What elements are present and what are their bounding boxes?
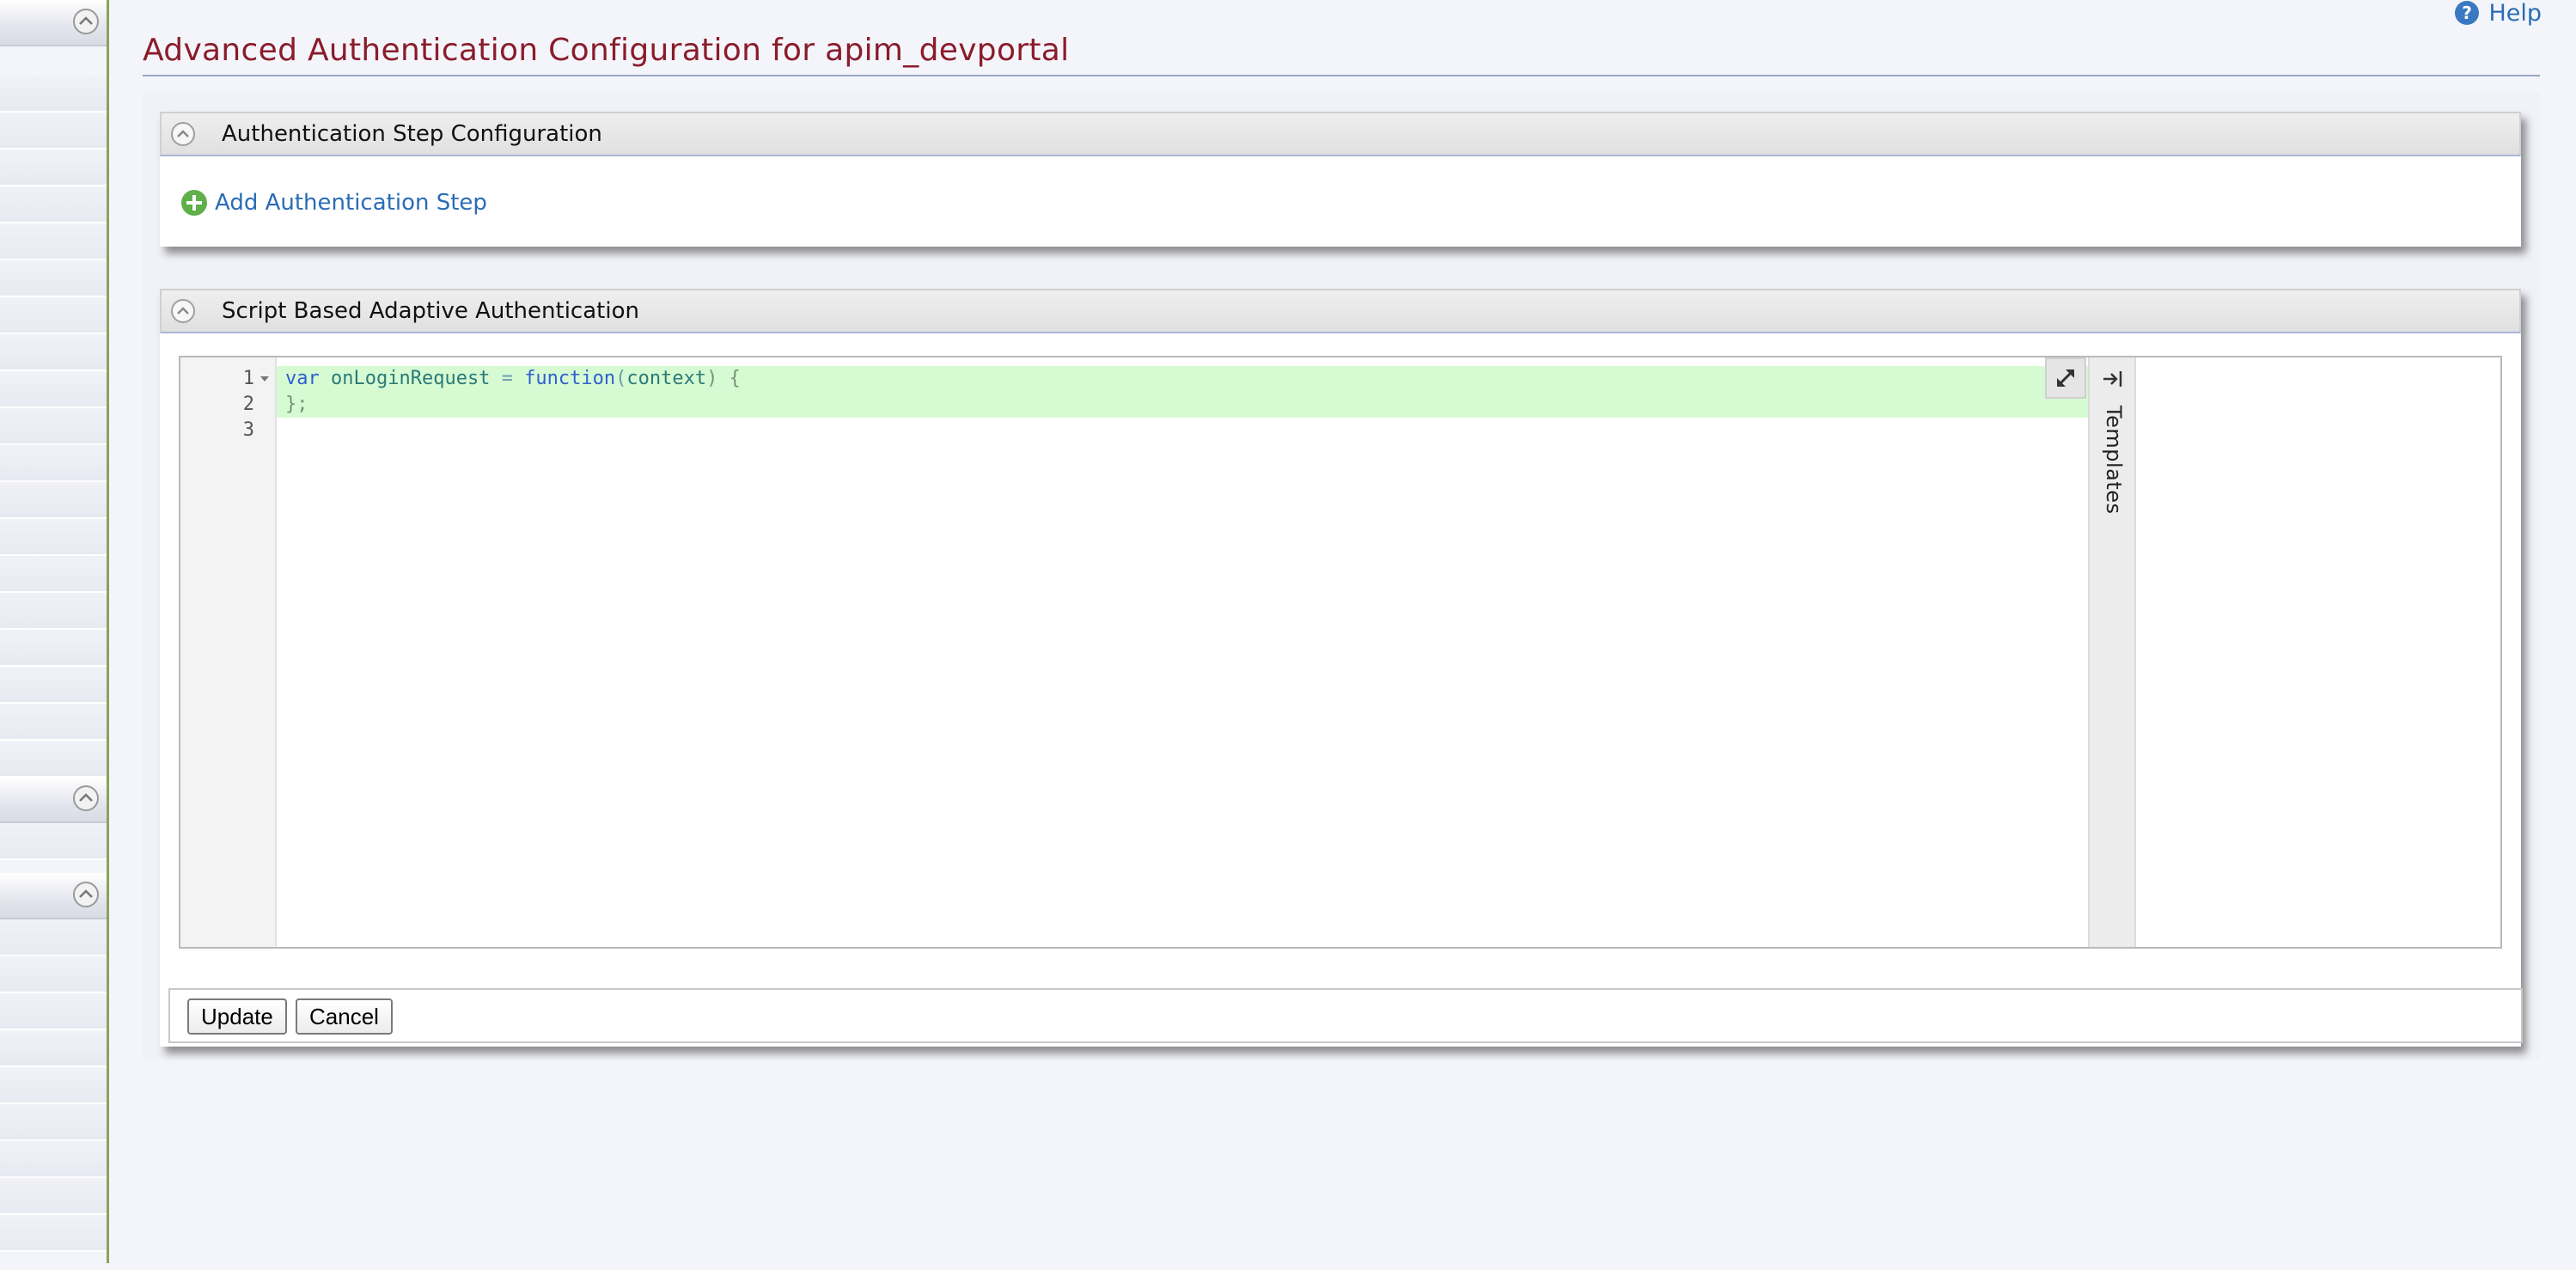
page-title: Advanced Authentication Configuration fo… [143,33,1070,68]
line-number: 2 [242,394,254,415]
question-circle-icon: ? [2455,1,2480,25]
sidebar-item[interactable] [0,297,107,334]
templates-panel-toggle[interactable]: Templates [2088,357,2136,947]
sidebar-item[interactable] [0,1178,107,1215]
left-sidebar [0,0,109,1263]
editor-gutter: 1 2 3 [180,357,277,947]
sidebar-item[interactable] [0,519,107,556]
script-auth-section: Script Based Adaptive Authentication 1 2… [160,289,2521,1047]
code-token: function [524,368,616,389]
expand-editor-button[interactable] [2045,357,2086,399]
sidebar-item[interactable] [0,1067,107,1104]
chevron-up-circle-icon[interactable] [72,8,100,35]
triangle-down-icon[interactable] [258,366,272,392]
sidebar-item[interactable] [0,1104,107,1141]
cancel-button[interactable]: Cancel [296,998,393,1035]
sidebar-item[interactable] [0,223,107,260]
sidebar-item[interactable] [0,593,107,630]
sidebar-item[interactable] [0,482,107,519]
script-editor[interactable]: 1 2 3 var onLoginRequest = function(cont… [179,356,2502,949]
sidebar-item[interactable] [0,630,107,667]
chevron-up-circle-icon[interactable] [170,298,196,324]
sidebar-item[interactable] [0,956,107,993]
plus-circle-icon [181,190,207,216]
sidebar-item[interactable] [0,408,107,445]
sidebar-item[interactable] [0,667,107,704]
help-label: Help [2488,0,2542,27]
add-authentication-step-label: Add Authentication Step [215,190,487,216]
auth-step-config-header[interactable]: Authentication Step Configuration [160,112,2521,156]
line-number: 3 [242,419,254,441]
action-bar: Update Cancel [168,988,2523,1043]
chevron-up-circle-icon[interactable] [170,121,196,147]
code-line: var onLoginRequest = function(context) { [285,366,741,392]
add-authentication-step-link[interactable]: Add Authentication Step [180,189,487,217]
expand-arrows-icon [2057,369,2074,387]
code-token: context [626,368,707,389]
content-panel: Authentication Step Configuration Add Au… [143,93,2540,1059]
sidebar-item[interactable] [0,1030,107,1067]
code-token: onLoginRequest [331,368,491,389]
code-token: ) { [706,368,741,389]
script-auth-header[interactable]: Script Based Adaptive Authentication [160,289,2521,333]
auth-step-config-section: Authentication Step Configuration Add Au… [160,112,2521,247]
sidebar-item[interactable] [0,334,107,371]
code-token: ( [615,368,627,389]
update-button[interactable]: Update [187,998,287,1035]
sidebar-item[interactable] [0,186,107,223]
code-token: = [501,368,513,389]
title-divider [143,75,2540,76]
arrow-to-right-icon [2103,371,2122,387]
help-link[interactable]: ? Help [2454,0,2542,27]
sidebar-item[interactable] [0,260,107,297]
sidebar-item[interactable] [0,823,107,860]
sidebar-item[interactable] [0,150,107,186]
sidebar-item[interactable] [0,1141,107,1178]
sidebar-item[interactable] [0,76,107,113]
code-line: }; [285,394,308,415]
svg-text:?: ? [2463,3,2473,23]
sidebar-item[interactable] [0,993,107,1030]
sidebar-group-header[interactable] [0,0,107,46]
sidebar-item[interactable] [0,371,107,408]
line-number: 1 [242,368,254,389]
script-auth-title: Script Based Adaptive Authentication [222,298,639,324]
app-root: ? Help Advanced Authentication Configura… [0,0,2576,1270]
sidebar-item[interactable] [0,919,107,956]
sidebar-item[interactable] [0,1215,107,1252]
sidebar-group-header[interactable] [0,873,107,919]
auth-step-config-title: Authentication Step Configuration [222,121,602,147]
sidebar-item[interactable] [0,445,107,482]
sidebar-item[interactable] [0,556,107,593]
templates-label: Templates [2102,406,2126,515]
chevron-up-circle-icon[interactable] [72,785,100,812]
sidebar-group-header[interactable] [0,777,107,823]
code-area[interactable]: var onLoginRequest = function(context) {… [277,357,2088,947]
code-token: var [285,368,320,389]
chevron-up-circle-icon[interactable] [72,881,100,908]
sidebar-item[interactable] [0,704,107,741]
sidebar-item[interactable] [0,113,107,150]
sidebar-item[interactable] [0,741,107,778]
